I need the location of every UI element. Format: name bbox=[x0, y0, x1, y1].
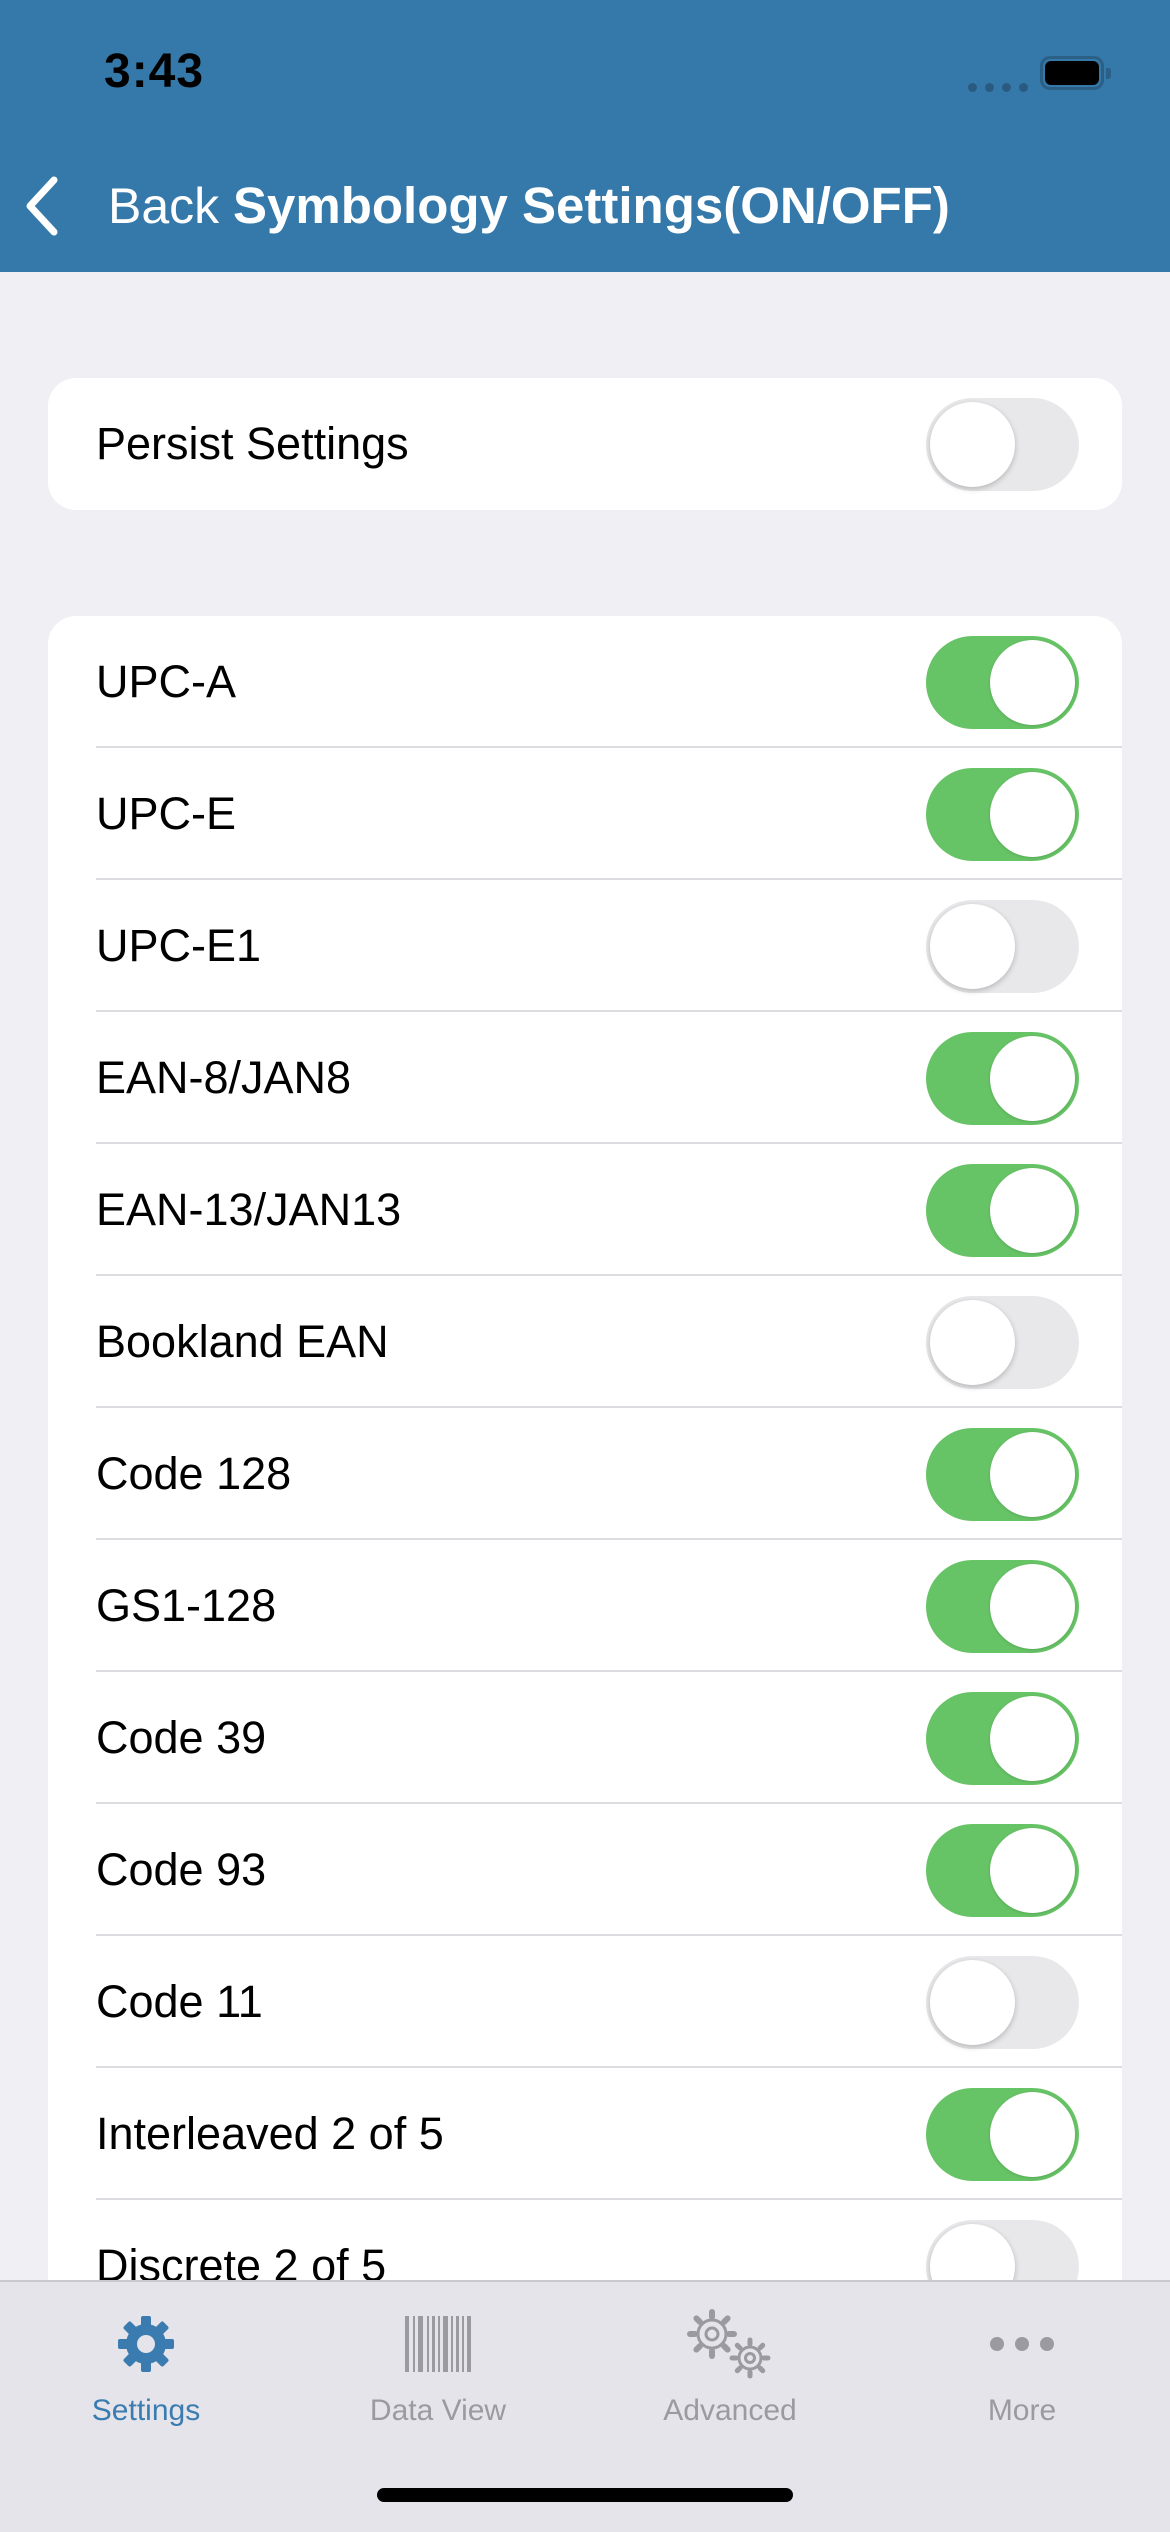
toggle-knob bbox=[990, 1828, 1075, 1913]
symbology-label: Code 39 bbox=[96, 1712, 267, 1763]
symbology-toggle[interactable] bbox=[926, 1956, 1079, 2049]
tab-data-view[interactable]: Data View bbox=[292, 2282, 584, 2442]
symbology-row: UPC-E1 bbox=[48, 880, 1122, 1012]
toggle-knob bbox=[990, 640, 1075, 725]
symbology-toggle[interactable] bbox=[926, 636, 1079, 729]
symbology-toggle[interactable] bbox=[926, 1428, 1079, 1521]
symbology-toggle[interactable] bbox=[926, 1296, 1079, 1389]
persist-settings-label: Persist Settings bbox=[96, 418, 409, 469]
symbology-row: Bookland EAN bbox=[48, 1276, 1122, 1408]
toggle-knob bbox=[990, 2092, 1075, 2177]
symbology-toggle[interactable] bbox=[926, 1560, 1079, 1653]
signal-dots-icon bbox=[968, 83, 1028, 92]
symbology-row: Code 11 bbox=[48, 1936, 1122, 2068]
gear-icon bbox=[0, 2304, 292, 2384]
symbology-label: EAN-13/JAN13 bbox=[96, 1184, 402, 1235]
tab-settings[interactable]: Settings bbox=[0, 2282, 292, 2442]
barcode-icon bbox=[292, 2304, 584, 2384]
symbology-toggle[interactable] bbox=[926, 1824, 1079, 1917]
symbology-row: Code 128 bbox=[48, 1408, 1122, 1540]
chevron-left-icon bbox=[24, 176, 72, 236]
toggle-knob bbox=[990, 772, 1075, 857]
symbology-label: Bookland EAN bbox=[96, 1316, 389, 1367]
symbology-row: UPC-E bbox=[48, 748, 1122, 880]
symbology-toggle[interactable] bbox=[926, 2088, 1079, 2181]
toggle-knob bbox=[990, 1168, 1075, 1253]
symbology-label: Code 11 bbox=[96, 1976, 263, 2027]
home-indicator bbox=[377, 2488, 793, 2502]
battery-icon bbox=[1040, 56, 1112, 90]
symbology-toggle[interactable] bbox=[926, 900, 1079, 993]
symbology-toggle[interactable] bbox=[926, 1692, 1079, 1785]
symbology-row: EAN-8/JAN8 bbox=[48, 1012, 1122, 1144]
persist-settings-row: Persist Settings bbox=[48, 378, 1122, 510]
symbology-row: Code 93 bbox=[48, 1804, 1122, 1936]
symbology-row: GS1-128 bbox=[48, 1540, 1122, 1672]
toggle-knob bbox=[930, 904, 1015, 989]
persist-settings-toggle[interactable] bbox=[926, 398, 1079, 491]
toggle-knob bbox=[990, 1432, 1075, 1517]
navigation-header: 3:43 Back Symbology Settings(ON/OFF) bbox=[0, 0, 1170, 272]
toggle-knob bbox=[930, 402, 1015, 487]
symbology-toggle[interactable] bbox=[926, 1164, 1079, 1257]
toggle-knob bbox=[990, 1036, 1075, 1121]
symbology-toggle[interactable] bbox=[926, 1032, 1079, 1125]
symbology-row: Interleaved 2 of 5 bbox=[48, 2068, 1122, 2200]
symbology-row: UPC-A bbox=[48, 616, 1122, 748]
symbology-label: UPC-E bbox=[96, 788, 237, 839]
gears-icon bbox=[584, 2304, 876, 2384]
status-time: 3:43 bbox=[104, 45, 205, 98]
tab-advanced-label: Advanced bbox=[663, 2394, 797, 2427]
symbology-label: GS1-128 bbox=[96, 1580, 277, 1631]
tab-settings-label: Settings bbox=[91, 2394, 201, 2427]
symbology-label: UPC-A bbox=[96, 656, 237, 707]
symbology-row: Code 39 bbox=[48, 1672, 1122, 1804]
symbology-label: EAN-8/JAN8 bbox=[96, 1052, 352, 1103]
back-label: Back bbox=[108, 178, 220, 234]
toggle-knob bbox=[930, 1300, 1015, 1385]
toggle-knob bbox=[990, 1696, 1075, 1781]
symbology-label: Code 128 bbox=[96, 1448, 292, 1499]
symbology-list: UPC-A UPC-E UPC-E1 EAN-8/JAN8 EAN-13/JAN13 Bo… bbox=[48, 616, 1122, 2416]
toggle-knob bbox=[930, 1960, 1015, 2045]
page-title: Symbology Settings(ON/OFF) bbox=[233, 177, 950, 234]
symbology-label: Interleaved 2 of 5 bbox=[96, 2108, 444, 2159]
tab-data-view-label: Data View bbox=[369, 2394, 507, 2427]
back-button[interactable]: Back bbox=[24, 176, 219, 236]
symbology-row: EAN-13/JAN13 bbox=[48, 1144, 1122, 1276]
more-icon bbox=[876, 2304, 1168, 2384]
symbology-label: Code 93 bbox=[96, 1844, 267, 1895]
symbology-label: UPC-E1 bbox=[96, 920, 262, 971]
toggle-knob bbox=[990, 1564, 1075, 1649]
tab-advanced[interactable]: Advanced bbox=[584, 2282, 876, 2442]
tab-more[interactable]: More bbox=[876, 2282, 1168, 2442]
symbology-toggle[interactable] bbox=[926, 768, 1079, 861]
tab-more-label: More bbox=[987, 2394, 1057, 2427]
persist-settings-card: Persist Settings bbox=[48, 378, 1122, 510]
